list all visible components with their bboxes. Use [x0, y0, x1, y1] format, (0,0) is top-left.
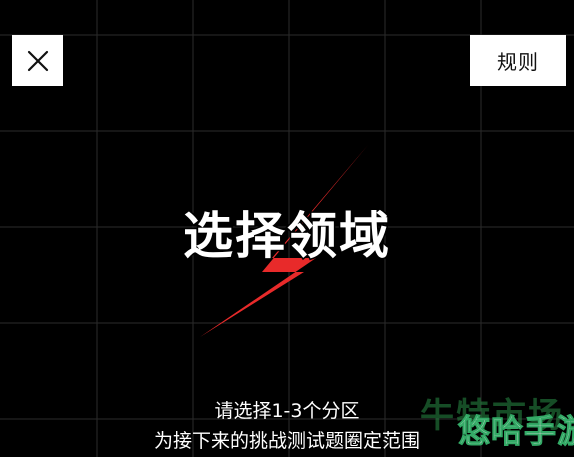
close-button[interactable]	[12, 35, 63, 86]
instruction-line-2: 为接下来的挑战测试题圈定范围	[153, 430, 420, 452]
page-title: 选择领域	[182, 206, 391, 267]
close-icon	[27, 50, 48, 71]
rules-button[interactable]: 规则	[470, 35, 566, 86]
instruction-line-1: 请选择1-3个分区	[214, 400, 360, 422]
